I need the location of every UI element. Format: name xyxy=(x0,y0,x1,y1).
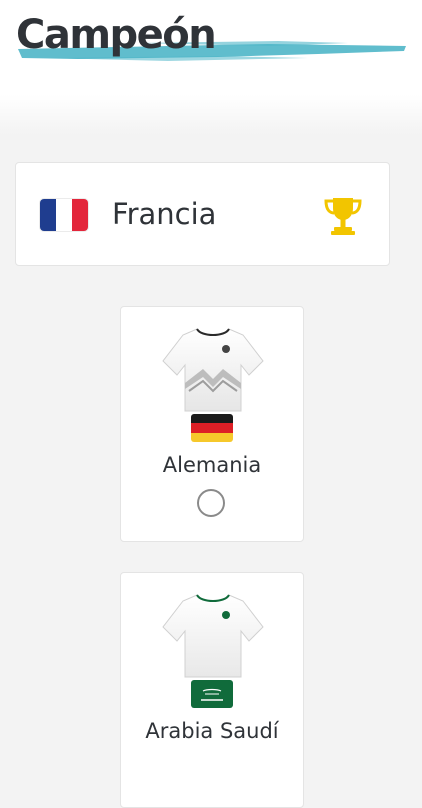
champion-name: Francia xyxy=(112,197,217,231)
team-card-arabia-saudi[interactable]: Arabia Saudí xyxy=(120,572,304,808)
page-title: Campeón xyxy=(16,12,217,58)
jersey-icon xyxy=(162,594,264,678)
saudi-arabia-flag xyxy=(191,680,233,708)
team-card-alemania[interactable]: Alemania xyxy=(120,306,304,542)
select-radio-button[interactable] xyxy=(197,489,225,517)
germany-flag xyxy=(191,414,233,442)
team-name: Arabia Saudí xyxy=(145,719,279,743)
jersey-icon xyxy=(162,328,264,412)
trophy-icon xyxy=(324,198,362,235)
team-name: Alemania xyxy=(162,453,262,477)
page-header: Campeón xyxy=(0,0,422,135)
champion-card[interactable]: Francia xyxy=(15,162,390,266)
france-flag xyxy=(40,199,88,231)
